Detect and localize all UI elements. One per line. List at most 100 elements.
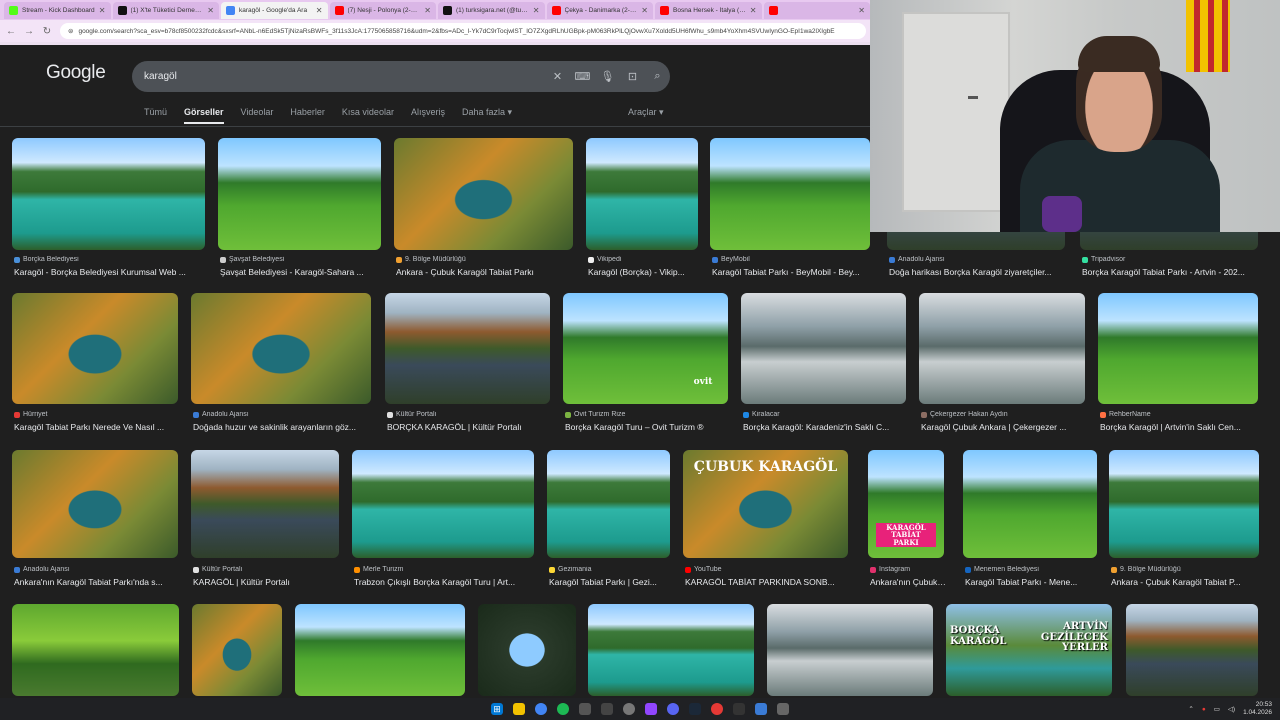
result-thumbnail[interactable] (192, 604, 282, 696)
image-result[interactable]: Ovit Turizm Rize Borçka Karagöl Turu – Ov… (563, 293, 728, 434)
close-tab-icon[interactable]: ✕ (641, 6, 648, 15)
tab-short-videos[interactable]: Kısa videolar (342, 107, 394, 124)
result-source[interactable]: 9. Bölge Müdürlüğü (396, 256, 575, 263)
result-thumbnail[interactable] (385, 293, 550, 404)
close-tab-icon[interactable]: ✕ (750, 6, 757, 15)
image-result[interactable]: Anadolu Ajansı Doğada huzur ve sakinlik a… (191, 293, 371, 434)
tab-news[interactable]: Haberler (290, 107, 325, 124)
result-thumbnail[interactable] (1126, 604, 1258, 696)
result-source[interactable]: Ovit Turizm Rize (565, 411, 730, 418)
result-title[interactable]: Karagöl Tabiat Parkı - Mene... (965, 577, 1099, 587)
result-source[interactable]: Anadolu Ajansı (889, 256, 1067, 263)
image-result[interactable]: Merle Turizm Trabzon Çıkışlı Borçka Karag… (352, 450, 534, 589)
clock[interactable]: 20:53 1.04.2026 (1243, 701, 1272, 717)
browser-tab[interactable]: ✕ (763, 1, 870, 19)
result-source[interactable]: Merle Turizm (354, 566, 536, 573)
image-result[interactable]: Şavşat Belediyesi Şavşat Belediyesi - Kar… (218, 138, 381, 279)
close-tab-icon[interactable]: ✕ (99, 6, 106, 15)
result-title[interactable]: Trabzon Çıkışlı Borçka Karagöl Turu | Ar… (354, 577, 536, 587)
result-source[interactable]: Çekergezer Hakan Aydın (921, 411, 1087, 418)
image-result[interactable]: Çekergezer Hakan Aydın Karagöl Çubuk Anka… (919, 293, 1085, 434)
image-result[interactable]: Kültür Portalı KARAGÖL | Kültür Portalı (191, 450, 339, 589)
settings-icon[interactable] (777, 703, 789, 715)
result-thumbnail[interactable] (1098, 293, 1258, 404)
discord-icon[interactable] (667, 703, 679, 715)
result-source[interactable]: Kültür Portalı (387, 411, 552, 418)
tab-images[interactable]: Görseller (184, 107, 224, 124)
obs-icon[interactable] (733, 703, 745, 715)
microphone-icon[interactable]: 🎙 (595, 70, 620, 83)
image-result[interactable]: 9. Bölge Müdürlüğü Ankara - Çubuk Karagöl… (394, 138, 573, 279)
twitch-icon[interactable] (645, 703, 657, 715)
tab-more[interactable]: Daha fazla ▾ (462, 107, 512, 124)
result-source[interactable]: Gezimania (549, 566, 672, 573)
result-thumbnail[interactable] (191, 293, 371, 404)
image-result[interactable] (1126, 604, 1258, 696)
result-thumbnail[interactable] (767, 604, 933, 696)
result-thumbnail[interactable] (919, 293, 1085, 404)
result-source[interactable]: Borçka Belediyesi (14, 256, 207, 263)
image-result[interactable] (588, 604, 754, 696)
forward-icon[interactable]: → (24, 26, 34, 37)
result-title[interactable]: Ankara - Çubuk Karagöl Tabiat P... (1111, 577, 1261, 587)
image-result[interactable]: Kiralacar Borçka Karagöl: Karadeniz'in Sa… (741, 293, 906, 434)
image-result[interactable]: Borçka Belediyesi Karagöl - Borçka Beledi… (12, 138, 205, 279)
tools-button[interactable]: Araçlar ▾ (628, 107, 664, 118)
image-result[interactable]: Anadolu Ajansı Ankara'nın Karagöl Tabiat … (12, 450, 178, 589)
start-icon[interactable]: ⊞ (491, 703, 503, 715)
tab-shopping[interactable]: Alışveriş (411, 107, 445, 124)
result-thumbnail[interactable] (710, 138, 870, 250)
search-box[interactable]: karagöl ✕ ⌨ 🎙 ⊡ ⌕ (132, 61, 670, 92)
result-source[interactable]: Hürriyet (14, 411, 180, 418)
browser-tab[interactable]: karagöl - Google'da Ara ✕ (221, 1, 328, 19)
app-icon[interactable] (711, 703, 723, 715)
result-source[interactable]: Menemen Belediyesi (965, 566, 1099, 573)
lens-icon[interactable]: ⊡ (620, 70, 645, 83)
app-icon[interactable] (623, 703, 635, 715)
result-source[interactable]: Anadolu Ajansı (14, 566, 180, 573)
browser-tab[interactable]: Bosna Hersek - İtalya (1-1) M... ✕ (655, 1, 762, 19)
result-thumbnail[interactable] (963, 450, 1097, 558)
result-title[interactable]: Doğa harikası Borçka Karagöl ziyaretçile… (889, 267, 1067, 277)
steam-icon[interactable] (689, 703, 701, 715)
google-logo[interactable]: Google (46, 62, 106, 84)
image-result[interactable]: Hürriyet Karagöl Tabiat Parkı Nerede Ve N… (12, 293, 178, 434)
result-thumbnail[interactable] (12, 138, 205, 250)
tab-videos[interactable]: Videolar (241, 107, 274, 124)
result-title[interactable]: Borçka Karagöl | Artvin'in Saklı Cen... (1100, 422, 1260, 432)
result-title[interactable]: KARAGÖL TABİAT PARKINDA SONB... (685, 577, 850, 587)
result-title[interactable]: Karagöl Çubuk Ankara | Çekergezer ... (921, 422, 1087, 432)
search-input[interactable]: karagöl (144, 71, 545, 82)
result-title[interactable]: KARAGÖL | Kültür Portalı (193, 577, 341, 587)
image-result[interactable]: Menemen Belediyesi Karagöl Tabiat Parkı -… (963, 450, 1097, 589)
chevron-up-icon[interactable]: ⌃ (1188, 705, 1193, 713)
result-thumbnail[interactable] (12, 293, 178, 404)
result-source[interactable]: YouTube (685, 566, 850, 573)
result-thumbnail[interactable] (547, 450, 670, 558)
browser-tab[interactable]: Stream - Kick Dashboard ✕ (4, 1, 111, 19)
result-source[interactable]: 9. Bölge Müdürlüğü (1111, 566, 1261, 573)
result-thumbnail[interactable] (1109, 450, 1259, 558)
image-result[interactable]: Gezimania Karagöl Tabiat Parkı | Gezi... (547, 450, 670, 589)
close-tab-icon[interactable]: ✕ (207, 6, 214, 15)
result-thumbnail[interactable] (352, 450, 534, 558)
keyboard-icon[interactable]: ⌨ (570, 70, 595, 83)
spotify-icon[interactable] (557, 703, 569, 715)
microphone-tray-icon[interactable]: ● (1202, 706, 1206, 713)
close-tab-icon[interactable]: ✕ (424, 6, 431, 15)
result-source[interactable]: RehberName (1100, 411, 1260, 418)
result-title[interactable]: Karagöl Tabiat Parkı - BeyMobil - Bey... (712, 267, 872, 277)
result-title[interactable]: Ankara - Çubuk Karagöl Tabiat Parkı (396, 267, 575, 277)
result-thumbnail[interactable] (394, 138, 573, 250)
browser-tab[interactable]: (7) Nesji - Polonya (2-2) Maç C...✕ (329, 1, 436, 19)
back-icon[interactable]: ← (6, 26, 16, 37)
result-title[interactable]: Borçka Karagöl Tabiat Parkı - Artvin - 2… (1082, 267, 1260, 277)
browser-tab[interactable]: (1) X'te Tüketici Derneğinden 'Mi...✕ (112, 1, 219, 19)
result-thumbnail[interactable] (295, 604, 465, 696)
result-source[interactable]: Kültür Portalı (193, 566, 341, 573)
result-source[interactable]: Tripadvisor (1082, 256, 1260, 263)
result-title[interactable]: Şavşat Belediyesi - Karagöl-Sahara ... (220, 267, 383, 277)
image-result[interactable]: BeyMobil Karagöl Tabiat Parkı - BeyMobil … (710, 138, 870, 279)
image-result[interactable] (767, 604, 933, 696)
result-source[interactable]: BeyMobil (712, 256, 872, 263)
